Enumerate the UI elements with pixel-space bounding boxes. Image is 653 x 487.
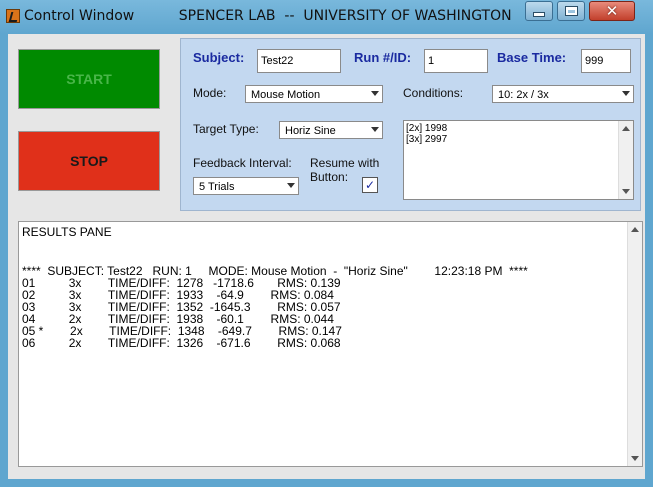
listbox-scrollbar[interactable]	[618, 121, 633, 199]
maximize-button[interactable]	[557, 1, 585, 21]
results-pane[interactable]: RESULTS PANE **** SUBJECT: Test22 RUN: 1…	[18, 221, 643, 467]
results-row: 06 2x TIME/DIFF: 1326 -671.6 RMS: 0.068	[22, 336, 341, 350]
matlab-app-icon	[6, 9, 20, 23]
resume-label-line1: Resume with	[310, 156, 380, 170]
scroll-up-icon[interactable]	[631, 227, 639, 232]
chevron-down-icon	[371, 127, 379, 132]
conditions-label: Conditions:	[403, 86, 464, 100]
feedback-interval-label: Feedback Interval:	[193, 156, 292, 170]
minimize-icon	[534, 12, 544, 16]
feedback-interval-dropdown[interactable]: 5 Trials	[193, 177, 299, 195]
mode-dropdown[interactable]: Mouse Motion	[245, 85, 383, 103]
conditions-value: 10: 2x / 3x	[498, 89, 549, 101]
results-title: RESULTS PANE	[22, 225, 112, 239]
resume-checkbox[interactable]: ✓	[362, 177, 378, 193]
run-id-field[interactable]: 1	[424, 49, 488, 73]
minimize-button[interactable]	[525, 1, 553, 21]
target-type-label: Target Type:	[193, 122, 259, 136]
target-type-value: Horiz Sine	[285, 125, 336, 137]
list-item[interactable]: [3x] 2997	[404, 134, 633, 145]
run-id-label: Run #/ID:	[354, 50, 412, 65]
feedback-interval-value: 5 Trials	[199, 181, 235, 193]
stop-button[interactable]: STOP	[18, 131, 160, 191]
settings-panel: Subject: Test22 Run #/ID: 1 Base Time: 9…	[180, 38, 641, 211]
chevron-down-icon	[622, 91, 630, 96]
close-button[interactable]: ✕	[589, 1, 635, 21]
checkmark-icon: ✓	[364, 178, 376, 192]
scroll-down-icon[interactable]	[622, 189, 630, 194]
chevron-down-icon	[371, 91, 379, 96]
base-time-field[interactable]: 999	[581, 49, 631, 73]
base-time-label: Base Time:	[497, 50, 567, 65]
resume-label-line2: Button:	[310, 170, 349, 184]
close-icon: ✕	[605, 1, 619, 20]
maximize-icon	[565, 7, 577, 15]
start-button[interactable]: START	[18, 49, 160, 109]
subject-field[interactable]: Test22	[257, 49, 341, 73]
window-title: Control Window SPENCER LAB -- UNIVERSITY…	[24, 8, 512, 24]
scroll-down-icon[interactable]	[631, 456, 639, 461]
client-area: START STOP Subject: Test22 Run #/ID: 1 B…	[8, 34, 645, 479]
results-scrollbar[interactable]	[627, 222, 642, 466]
conditions-dropdown[interactable]: 10: 2x / 3x	[492, 85, 634, 103]
target-type-dropdown[interactable]: Horiz Sine	[279, 121, 383, 139]
conditions-listbox[interactable]: [2x] 1998 [3x] 2997	[403, 120, 634, 200]
chevron-down-icon	[287, 183, 295, 188]
subject-label: Subject:	[193, 50, 245, 65]
scroll-up-icon[interactable]	[622, 126, 630, 131]
mode-value: Mouse Motion	[251, 89, 321, 101]
title-bar[interactable]: Control Window SPENCER LAB -- UNIVERSITY…	[0, 0, 653, 34]
mode-label: Mode:	[193, 86, 227, 100]
list-item[interactable]: [2x] 1998	[404, 123, 633, 134]
